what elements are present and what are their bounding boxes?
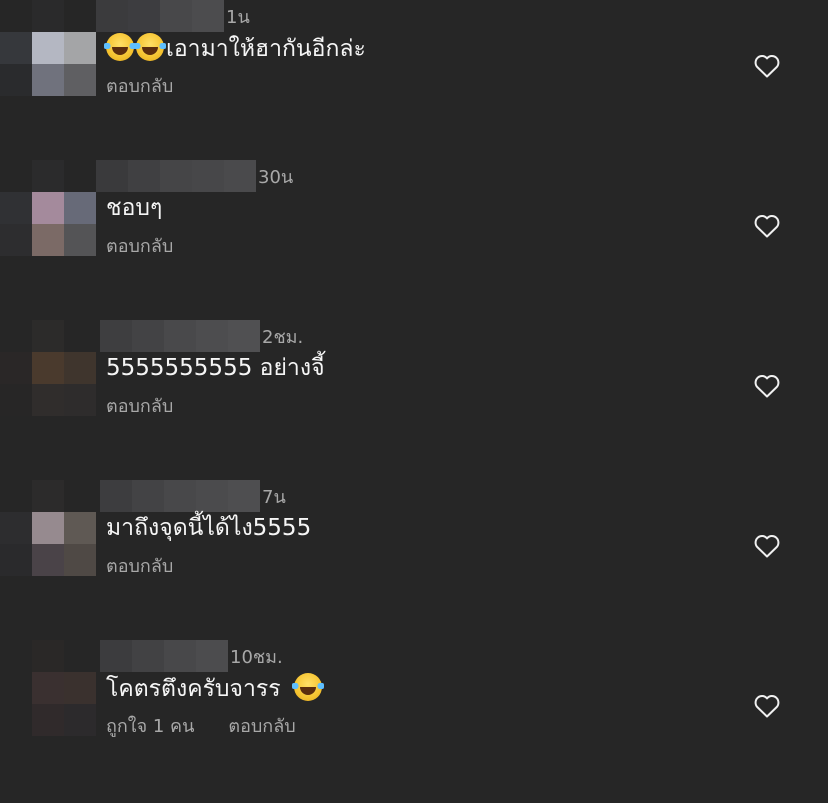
username-redacted[interactable] xyxy=(96,0,224,32)
comment-body: มาถึงจุดนี้ได้ไง5555 xyxy=(106,515,312,541)
comment-item: 10ชม. โคตรตึงครับจารร ถูกใจ 1 คน ตอบกลับ xyxy=(0,640,828,800)
comment-time: 10ชม. xyxy=(230,647,283,668)
comment-body: ชอบๆ xyxy=(106,195,163,221)
face-with-tears-of-joy-icon xyxy=(291,673,324,701)
comment-item: 30นชอบๆตอบกลับ xyxy=(0,160,828,320)
comment-actions: ตอบกลับ xyxy=(106,236,173,258)
comment-time: 2ชม. xyxy=(262,327,304,348)
comment-text: เอามาให้ฮากันอีกล่ะ xyxy=(104,33,366,64)
comment-time: 30น xyxy=(258,167,294,188)
comment-text: มาถึงจุดนี้ได้ไง5555 xyxy=(106,513,311,543)
comment-item: 7นมาถึงจุดนี้ได้ไง5555 ตอบกลับ xyxy=(0,480,828,640)
username-redacted[interactable] xyxy=(100,480,260,512)
comment-body: 5555555555 อย่างจี้ xyxy=(106,355,325,381)
heart-outline-icon[interactable] xyxy=(754,374,780,398)
avatar[interactable] xyxy=(0,0,96,96)
comment-text: โคตรตึงครับจารร xyxy=(106,673,324,704)
comment-item: 2ชม. 5555555555 อย่างจี้ตอบกลับ xyxy=(0,320,828,480)
reply-button[interactable]: ตอบกลับ xyxy=(228,716,295,738)
comment-body: โคตรตึงครับจารร xyxy=(106,676,288,702)
comment-actions: ตอบกลับ xyxy=(106,556,173,578)
comment-actions: ตอบกลับ xyxy=(106,76,173,98)
heart-outline-icon[interactable] xyxy=(754,54,780,78)
avatar[interactable] xyxy=(0,640,96,736)
heart-outline-icon[interactable] xyxy=(754,534,780,558)
username-redacted[interactable] xyxy=(100,320,260,352)
comment-text: ชอบๆ xyxy=(106,193,162,223)
comment-actions: ตอบกลับ xyxy=(106,396,173,418)
username-redacted[interactable] xyxy=(100,640,228,672)
face-with-tears-of-joy-icon xyxy=(104,33,136,61)
comment-item: 1นเอามาให้ฮากันอีกล่ะตอบกลับ xyxy=(0,0,828,160)
comment-time: 1น xyxy=(226,7,250,28)
like-count-link[interactable]: ถูกใจ 1 คน xyxy=(106,716,194,738)
comment-time: 7น xyxy=(262,487,286,508)
heart-outline-icon[interactable] xyxy=(754,694,780,718)
reply-button[interactable]: ตอบกลับ xyxy=(106,396,173,418)
face-with-tears-of-joy-icon xyxy=(134,33,166,61)
reply-button[interactable]: ตอบกลับ xyxy=(106,236,173,258)
heart-outline-icon[interactable] xyxy=(754,214,780,238)
reply-button[interactable]: ตอบกลับ xyxy=(106,556,173,578)
reply-button[interactable]: ตอบกลับ xyxy=(106,76,173,98)
avatar[interactable] xyxy=(0,320,96,416)
comment-text: 5555555555 อย่างจี้ xyxy=(106,353,325,383)
avatar[interactable] xyxy=(0,480,96,576)
comment-body: เอามาให้ฮากันอีกล่ะ xyxy=(166,36,366,62)
comment-actions: ถูกใจ 1 คน ตอบกลับ xyxy=(106,716,296,738)
username-redacted[interactable] xyxy=(96,160,256,192)
avatar[interactable] xyxy=(0,160,96,256)
